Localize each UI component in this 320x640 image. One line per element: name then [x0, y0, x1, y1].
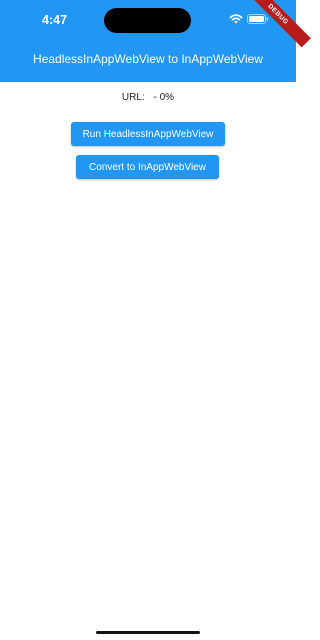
url-label: URL:	[121, 92, 145, 103]
app-bar: 4:47 DEBUG HeadlessInAppWebView to InApp…	[0, 0, 311, 82]
app-screen: 4:47 DEBUG HeadlessInAppWebView to InApp…	[0, 0, 311, 640]
url-value: - 0%	[153, 92, 175, 103]
convert-to-webview-button[interactable]: Convert to InAppWebView	[76, 155, 219, 179]
battery-icon	[247, 14, 269, 24]
dynamic-island	[104, 8, 191, 33]
url-status: URL: - 0%	[0, 92, 296, 103]
page-title: HeadlessInAppWebView to InAppWebView	[33, 52, 263, 66]
run-headless-webview-button[interactable]: Run HeadlessInAppWebView	[71, 122, 225, 146]
status-time: 4:47	[42, 13, 68, 27]
home-indicator[interactable]	[96, 631, 200, 634]
wifi-icon	[229, 14, 243, 24]
